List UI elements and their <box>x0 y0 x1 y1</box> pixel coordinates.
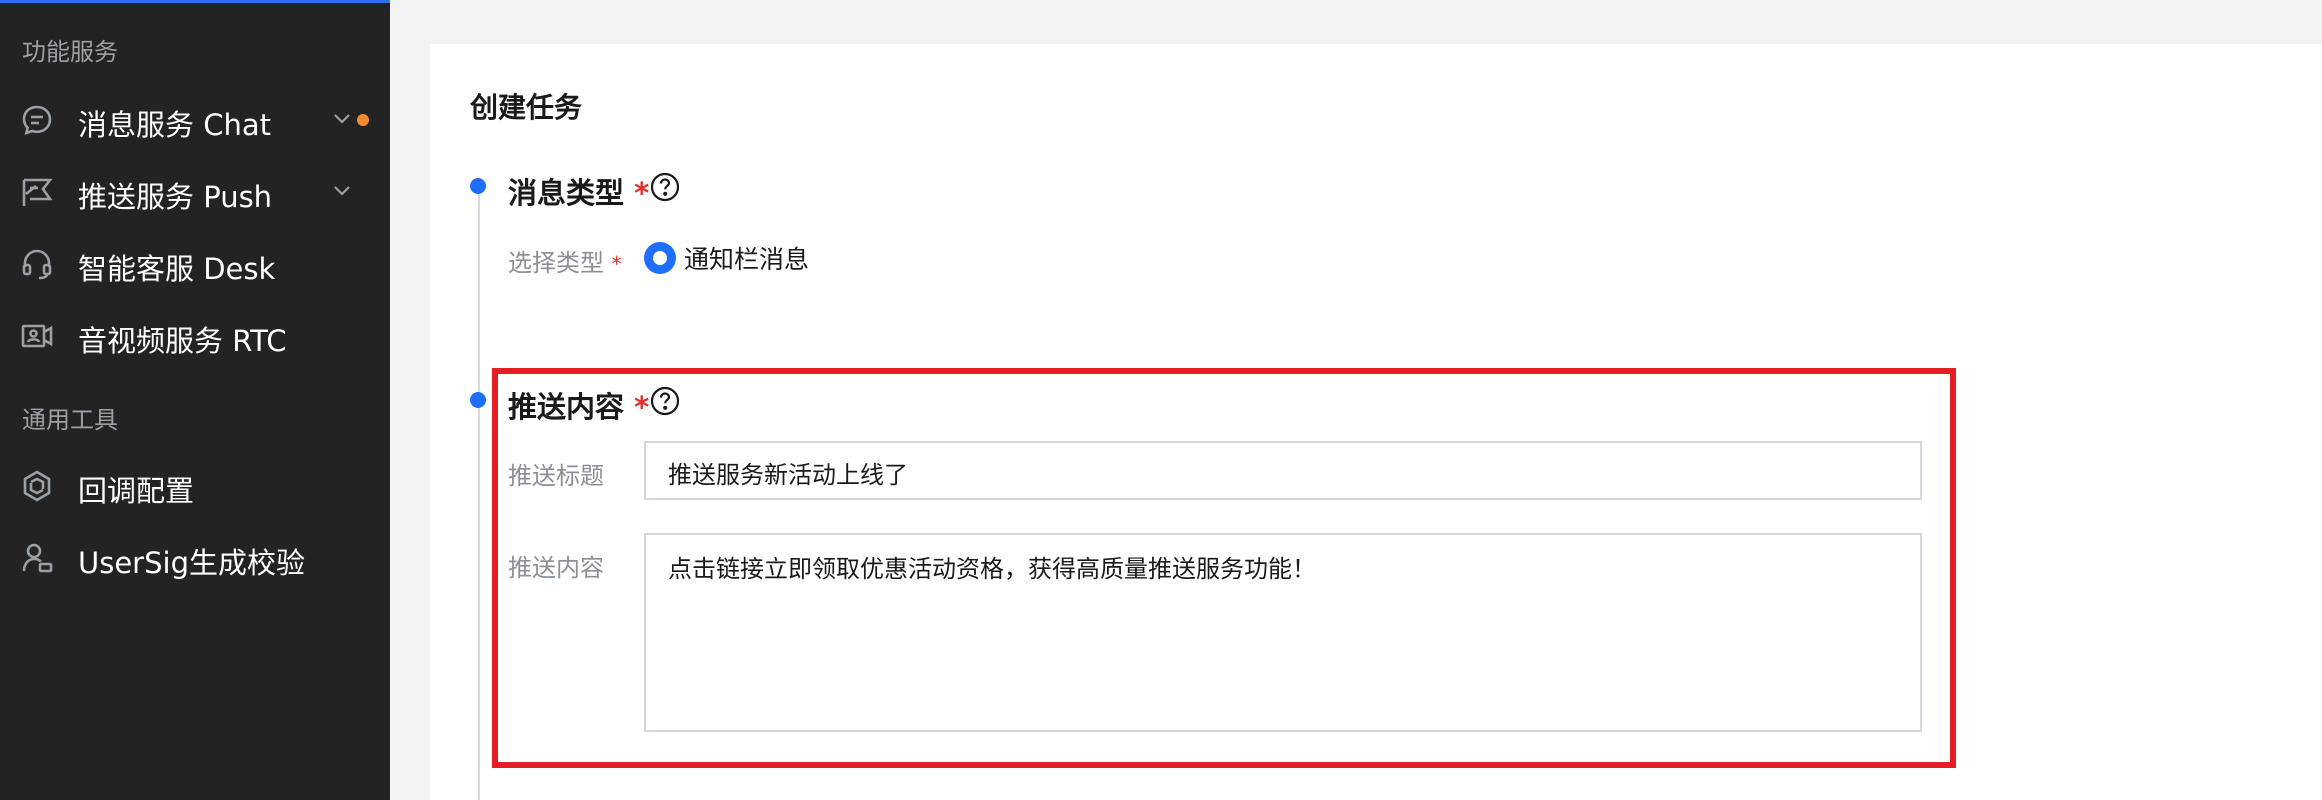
sidebar-item-usersig[interactable]: UserSig生成校验 <box>0 528 390 588</box>
push-title-label: 推送标题 <box>508 462 604 490</box>
sidebar-item-callback-config[interactable]: 回调配置 <box>0 456 390 516</box>
required-mark: * <box>611 252 622 276</box>
required-mark: * <box>634 176 650 210</box>
help-icon[interactable] <box>650 172 680 202</box>
sidebar: 功能服务 消息服务 Chat 推送服务 Push 智能客服 Desk 音视频服务… <box>0 0 390 800</box>
push-flag-icon <box>20 175 54 209</box>
section-title-feature-services: 功能服务 <box>22 38 118 66</box>
select-type-label: 选择类型 * <box>508 243 622 278</box>
sidebar-item-label: 消息服务 Chat <box>78 108 271 142</box>
sidebar-item-rtc[interactable]: 音视频服务 RTC <box>0 306 390 366</box>
push-content-label: 推送内容 <box>508 554 604 582</box>
radio-notification-message[interactable] <box>644 242 676 274</box>
user-key-icon <box>20 541 54 575</box>
radio-notification-message-label[interactable]: 通知栏消息 <box>684 240 809 276</box>
step-1-dot <box>470 178 486 194</box>
step-title-text: 推送内容 <box>508 390 625 424</box>
select-type-label-text: 选择类型 <box>508 249 604 277</box>
step-timeline-line <box>478 186 480 800</box>
headset-icon <box>20 247 54 281</box>
step-title-push-content: 推送内容 * <box>508 384 649 426</box>
notification-dot <box>357 114 369 126</box>
sidebar-item-label: 音视频服务 RTC <box>78 324 287 358</box>
push-title-input[interactable]: 推送服务新活动上线了 <box>644 441 1922 500</box>
sidebar-item-chat[interactable]: 消息服务 Chat <box>0 90 390 150</box>
page-title: 创建任务 <box>470 91 583 124</box>
section-title-common-tools: 通用工具 <box>22 406 118 434</box>
sidebar-item-label: UserSig生成校验 <box>78 546 305 580</box>
sidebar-item-label: 推送服务 Push <box>78 180 273 214</box>
sidebar-item-label: 回调配置 <box>78 474 195 508</box>
video-camera-icon <box>20 319 54 353</box>
step-title-text: 消息类型 <box>508 176 625 210</box>
chat-bubble-icon <box>20 103 54 137</box>
sidebar-item-push[interactable]: 推送服务 Push <box>0 162 390 222</box>
sidebar-item-desk[interactable]: 智能客服 Desk <box>0 234 390 294</box>
step-2-dot <box>470 392 486 408</box>
step-title-message-type: 消息类型 * <box>508 170 649 212</box>
required-mark: * <box>634 390 650 424</box>
chevron-down-icon[interactable] <box>330 178 354 202</box>
callback-config-icon <box>20 469 54 503</box>
sidebar-top-accent-line <box>0 0 390 3</box>
chevron-down-icon[interactable] <box>330 106 354 130</box>
help-icon[interactable] <box>650 386 680 416</box>
sidebar-item-label: 智能客服 Desk <box>78 252 276 286</box>
push-content-textarea[interactable]: 点击链接立即领取优惠活动资格，获得高质量推送服务功能！ <box>644 533 1922 732</box>
